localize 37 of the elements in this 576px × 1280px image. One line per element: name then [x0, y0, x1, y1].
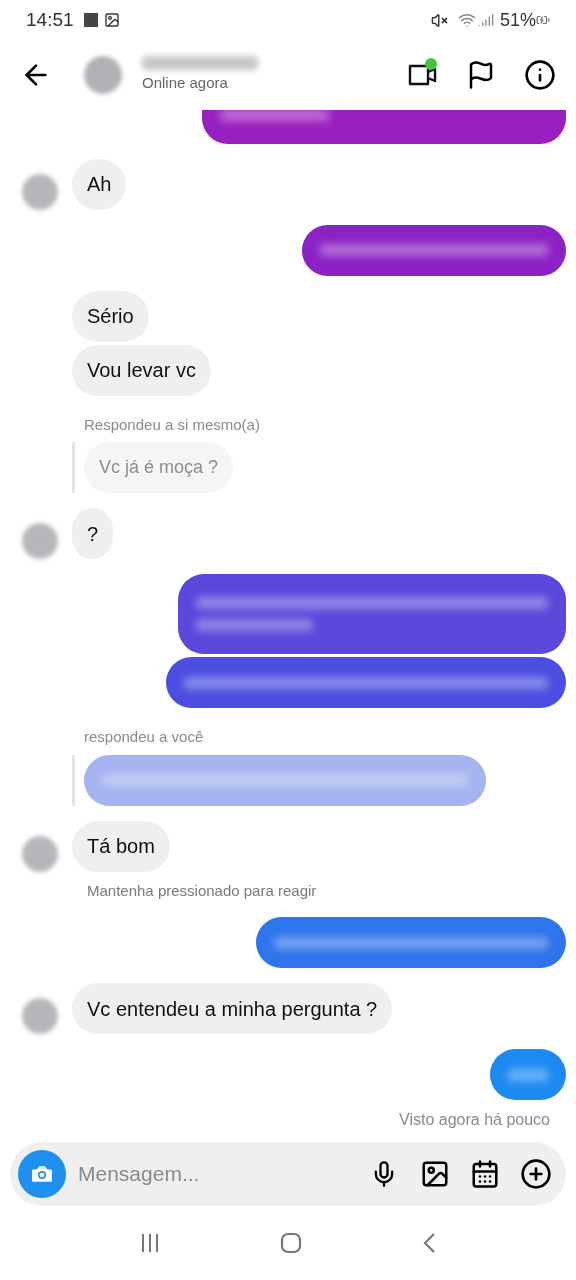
reply-label: Respondeu a si mesmo(a) [84, 415, 260, 433]
message-composer[interactable]: Mensagem... [10, 1142, 566, 1206]
avatar [22, 998, 58, 1034]
seen-status: Visto agora há pouco [399, 1110, 550, 1130]
message-bubble[interactable] [256, 917, 566, 968]
message-bubble[interactable] [490, 1049, 566, 1100]
avatar [22, 835, 58, 872]
wifi-icon [457, 11, 476, 29]
online-status: Online agora [142, 72, 229, 93]
gallery-button[interactable] [420, 1159, 450, 1189]
message-bubble[interactable] [302, 224, 566, 276]
signal-icon [477, 12, 494, 28]
message-bubble[interactable]: Sério [72, 290, 149, 342]
message-bubble[interactable]: Vc entendeu a minha pergunta ? [72, 983, 393, 1034]
clock: 14:51 [26, 7, 74, 32]
reply-label: respondeu a você [84, 728, 204, 745]
add-button[interactable] [520, 1158, 552, 1190]
mute-icon [430, 11, 448, 29]
recent-apps-icon[interactable] [140, 1233, 160, 1253]
battery-icon [536, 13, 550, 27]
message-bubble[interactable]: ? [72, 508, 114, 559]
avatar [22, 523, 58, 559]
calendar-button[interactable] [470, 1159, 500, 1189]
hint-text: Mantenha pressionado para reagir [87, 881, 317, 899]
camera-button[interactable] [18, 1150, 66, 1198]
back-icon[interactable] [422, 1232, 436, 1254]
battery-level: 51% [499, 8, 536, 32]
message-bubble[interactable]: Tá bom [72, 820, 170, 872]
message-input[interactable]: Mensagem... [78, 1158, 370, 1190]
message-bubble[interactable] [166, 657, 566, 708]
message-bubble[interactable]: Ah [72, 158, 127, 210]
home-icon[interactable] [280, 1232, 302, 1254]
notification-icon [83, 13, 98, 27]
info-button[interactable] [524, 59, 556, 91]
gallery-icon [103, 12, 120, 28]
message-bubble[interactable]: Vou levar vc [72, 344, 211, 396]
avatar [22, 173, 58, 210]
